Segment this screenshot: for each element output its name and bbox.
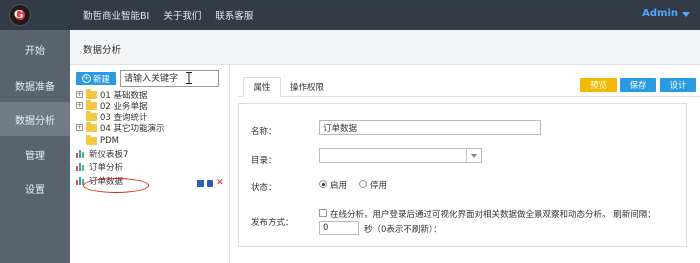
sidebar-item-settings[interactable]: 设置 <box>0 171 70 205</box>
lock-icon[interactable] <box>207 180 213 187</box>
tree-item-label: PDM <box>100 135 120 146</box>
row-actions: ✕ <box>197 179 224 188</box>
logo-glyph: G <box>14 8 24 21</box>
tree-item[interactable]: + 02 业务单据 <box>76 99 148 112</box>
chevron-down-icon[interactable] <box>466 149 481 162</box>
expand-icon[interactable]: + <box>76 124 83 131</box>
name-label: 名称： <box>251 127 277 137</box>
preview-button[interactable]: 预览 <box>580 78 617 92</box>
folder-icon <box>86 134 97 145</box>
save-icon[interactable] <box>197 180 204 187</box>
tab-properties[interactable]: 属性 <box>243 77 281 97</box>
refresh-interval-value: 0 <box>323 223 329 233</box>
nav-link-about[interactable]: 关于我们 <box>163 8 201 22</box>
bar-chart-icon <box>76 162 86 171</box>
bar-chart-icon <box>76 149 86 158</box>
new-button[interactable]: + 新建 <box>76 72 116 85</box>
tree-panel: + 新建 + 01 基础数据 + 02 业务单据 03 查询统计 + 04 其它… <box>70 65 230 263</box>
chevron-down-icon[interactable] <box>682 12 690 17</box>
folder-icon <box>86 121 97 132</box>
publish-online-checkbox[interactable] <box>319 209 327 217</box>
tree-item-label: 订单分析 <box>89 162 124 173</box>
plus-icon: + <box>81 74 91 83</box>
status-disabled-label: 停用 <box>370 181 388 191</box>
page-header: 数据分析 <box>70 30 700 65</box>
folder-icon <box>86 110 97 121</box>
properties-form: 名称： 订单数据 目录： 状态： 启用 停用 发布方式： 在线分析，用户登录后通… <box>238 103 687 247</box>
new-button-label: 新建 <box>92 74 110 85</box>
tree-item-label: 04 其它功能演示 <box>100 123 165 134</box>
name-field[interactable]: 订单数据 <box>319 120 541 135</box>
publish-label: 发布方式： <box>251 218 294 228</box>
tree-item[interactable]: 新仪表板7 <box>76 148 129 160</box>
tree-item[interactable]: + 04 其它功能演示 <box>76 121 165 134</box>
search-input[interactable] <box>120 70 219 87</box>
sidebar: 开始 数据准备 数据分析 管理 设置 <box>0 30 70 263</box>
selection-highlight-oval <box>83 178 149 193</box>
publish-online-label: 在线分析，用户登录后通过可视化界面对相关数据做全景观察和动态分析。 刷新间隔： <box>330 210 656 220</box>
folder-icon <box>86 88 97 99</box>
tab-permissions[interactable]: 操作权限 <box>284 77 330 97</box>
sidebar-item-manage[interactable]: 管理 <box>0 137 70 171</box>
status-label: 状态： <box>251 183 277 193</box>
tree-item-label: 新仪表板7 <box>89 149 129 160</box>
user-menu[interactable]: Admin <box>642 8 678 19</box>
name-field-value: 订单数据 <box>323 123 358 134</box>
sidebar-item-data-analysis[interactable]: 数据分析 <box>0 102 70 136</box>
delete-icon[interactable]: ✕ <box>216 179 224 188</box>
sidebar-item-start[interactable]: 开始 <box>0 32 70 66</box>
text-cursor-icon <box>186 72 192 84</box>
status-enabled-label: 启用 <box>330 181 348 191</box>
tree-item[interactable]: 03 查询统计 <box>86 110 148 123</box>
expand-icon[interactable]: + <box>76 102 83 109</box>
directory-label: 目录： <box>251 156 277 166</box>
status-disabled-radio[interactable] <box>359 180 367 188</box>
top-nav: 勤哲商业智能BI 关于我们 联系客服 <box>83 0 267 30</box>
tree-item[interactable]: + 01 基础数据 <box>76 88 148 101</box>
tree-item[interactable]: 订单分析 <box>76 161 124 173</box>
design-button[interactable]: 设计 <box>660 78 696 92</box>
nav-link-bi[interactable]: 勤哲商业智能BI <box>83 8 149 22</box>
status-enabled-radio[interactable] <box>319 180 327 188</box>
refresh-interval-input[interactable]: 0 <box>319 221 359 235</box>
save-button[interactable]: 保存 <box>620 78 656 92</box>
directory-select[interactable] <box>319 148 482 163</box>
expand-icon[interactable]: + <box>76 91 83 98</box>
refresh-unit-label: 秒（0表示不刷新）： <box>364 225 442 235</box>
tree-item[interactable]: PDM <box>86 134 120 146</box>
sidebar-item-data-prep[interactable]: 数据准备 <box>0 68 70 102</box>
top-bar: G 勤哲商业智能BI 关于我们 联系客服 Admin <box>0 0 700 30</box>
folder-icon <box>86 99 97 110</box>
page-title: 数据分析 <box>83 45 122 56</box>
nav-link-contact[interactable]: 联系客服 <box>215 8 253 22</box>
